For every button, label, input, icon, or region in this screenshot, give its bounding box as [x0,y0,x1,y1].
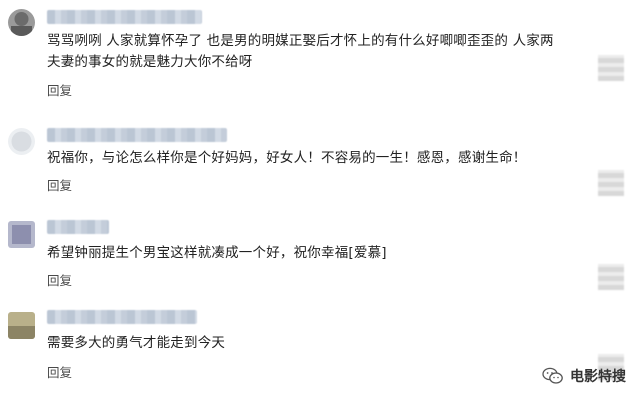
reply-button[interactable]: 回复 [47,270,72,289]
comment-text: 希望钟丽提生个男宝这样就凑成一个好，祝你幸福[爱慕] [47,245,387,261]
comment-text: 祝福你，与论怎么样你是个好妈妈，好女人！不容易的一生！感恩，感谢生命！ [47,150,527,166]
source-watermark: 电影特搜 [542,366,626,386]
avatar[interactable] [8,221,35,248]
avatar[interactable] [8,128,35,155]
avatar[interactable] [8,9,35,36]
watermark-text: 电影特搜 [570,369,626,385]
reply-button[interactable]: 回复 [47,175,72,194]
username-blurred [47,220,109,234]
comment-text: 需要多大的勇气才能走到今天 [47,335,226,351]
username-blurred [47,10,202,24]
avatar[interactable] [8,312,35,339]
comment-text: 骂骂咧咧 人家就算怀孕了 也是男的明媒正娶后才怀上的有什么好唧唧歪歪的 人家两夫… [47,33,554,70]
reply-button[interactable]: 回复 [47,80,72,99]
comment-item: 祝福你，与论怎么样你是个好妈妈，好女人！不容易的一生！感恩，感谢生命！ 回复 [0,120,640,200]
comment-item: 骂骂咧咧 人家就算怀孕了 也是男的明媒正娶后才怀上的有什么好唧唧歪歪的 人家两夫… [0,0,640,100]
comment-item: 希望钟丽提生个男宝这样就凑成一个好，祝你幸福[爱慕] 回复 [0,214,640,294]
timestamp-blurred [598,264,624,290]
username-blurred [47,128,227,142]
reply-button[interactable]: 回复 [47,362,72,381]
username-blurred [47,310,197,324]
wechat-icon [542,367,563,384]
comment-list-page: 骂骂咧咧 人家就算怀孕了 也是男的明媒正娶后才怀上的有什么好唧唧歪歪的 人家两夫… [0,0,640,404]
timestamp-blurred [598,55,624,81]
timestamp-blurred [598,170,624,196]
